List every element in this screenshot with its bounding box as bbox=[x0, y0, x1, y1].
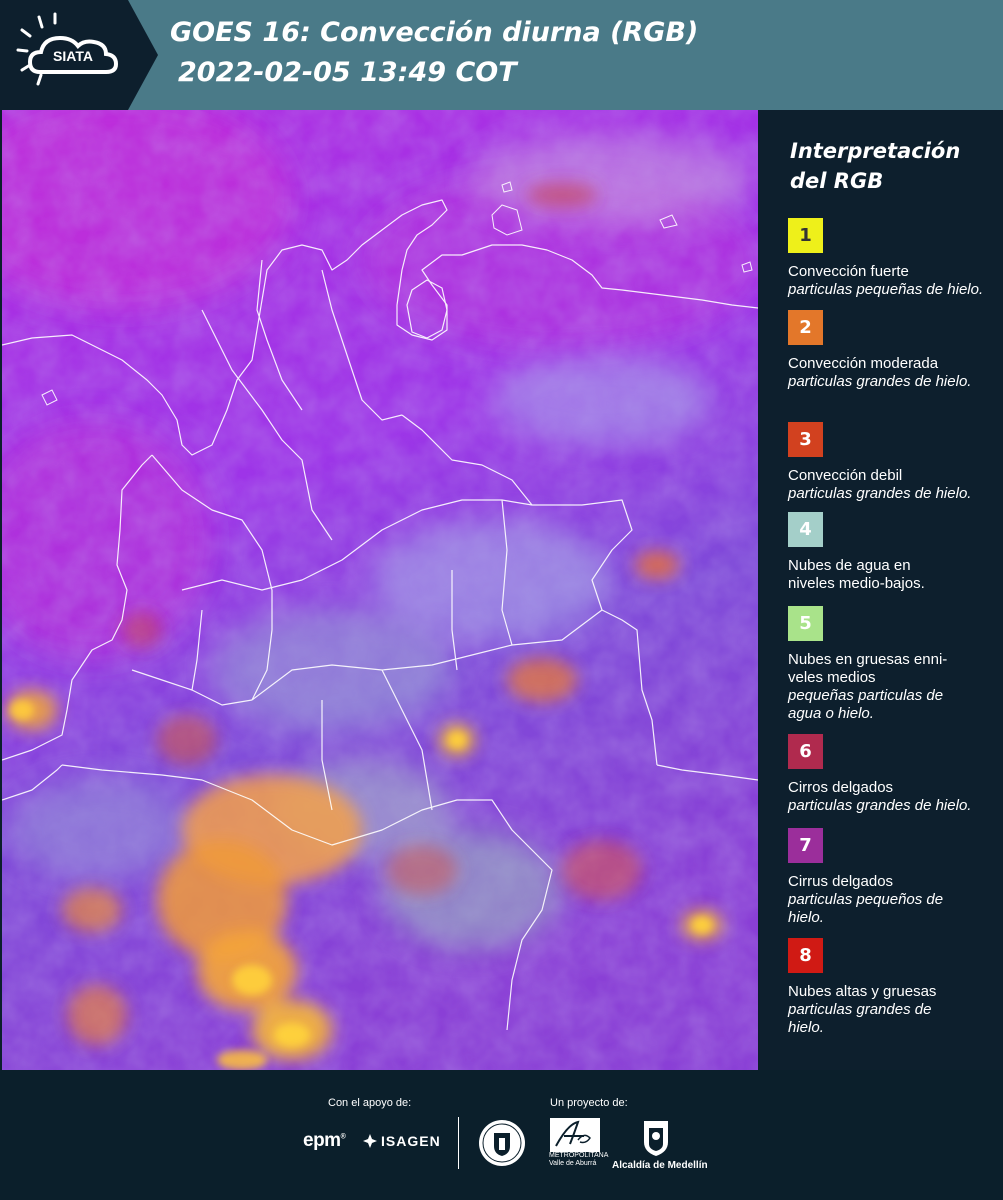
area-metropolitana-text: METROPOLITANA Valle de Aburrá bbox=[549, 1152, 609, 1167]
isagen-logo[interactable]: ISAGEN bbox=[362, 1133, 441, 1149]
legend-item-1: 1 Convección fuerte particulas pequeñas d… bbox=[788, 218, 998, 299]
area-metropolitana-logo[interactable] bbox=[550, 1118, 600, 1152]
alcaldia-label: Alcaldía de Medellín bbox=[612, 1160, 708, 1171]
legend-item-3: 3 Convección debil particulas grandes de … bbox=[788, 422, 998, 503]
siata-logo-icon: SIATA bbox=[0, 0, 158, 110]
legend-swatch-6: 6 bbox=[788, 734, 823, 769]
epm-logo[interactable]: epm® bbox=[303, 1130, 346, 1152]
header: SIATA GOES 16: Convección diurna (RGB) 2… bbox=[0, 0, 1003, 110]
university-seal-icon[interactable] bbox=[477, 1118, 527, 1168]
isagen-mark-icon bbox=[363, 1134, 377, 1148]
legend-title: Interpretación del RGB bbox=[790, 139, 961, 193]
legend-swatch-2: 2 bbox=[788, 310, 823, 345]
legend-swatch-4: 4 bbox=[788, 512, 823, 547]
satellite-map-svg bbox=[2, 110, 758, 1070]
legend-swatch-3: 3 bbox=[788, 422, 823, 457]
logo-text: SIATA bbox=[53, 48, 93, 64]
legend-item-7: 7 Cirrus delgados particulas pequeños de … bbox=[788, 828, 998, 927]
legend-swatch-1: 1 bbox=[788, 218, 823, 253]
legend-swatch-7: 7 bbox=[788, 828, 823, 863]
legend-swatch-8: 8 bbox=[788, 938, 823, 973]
legend-item-4: 4 Nubes de agua en niveles medio-bajos. bbox=[788, 512, 998, 593]
legend-panel: Interpretación del RGB 1 Convección fuer… bbox=[760, 110, 1003, 1070]
page-title: GOES 16: Convección diurna (RGB) bbox=[170, 17, 699, 48]
satellite-image[interactable] bbox=[2, 110, 758, 1070]
footer: Con el apoyo de: Un proyecto de: epm® IS… bbox=[0, 1070, 1003, 1200]
legend-swatch-5: 5 bbox=[788, 606, 823, 641]
footer-divider bbox=[458, 1117, 459, 1169]
siata-logo[interactable]: SIATA bbox=[0, 0, 158, 110]
alcaldia-shield-icon[interactable] bbox=[641, 1118, 671, 1158]
page-subtitle-timestamp: 2022-02-05 13:49 COT bbox=[178, 57, 517, 88]
support-label: Con el apoyo de: bbox=[328, 1097, 412, 1109]
legend-item-2: 2 Convección moderada particulas grandes … bbox=[788, 310, 998, 391]
legend-item-5: 5 Nubes en gruesas enni-veles medios pequ… bbox=[788, 606, 998, 723]
legend-item-6: 6 Cirros delgados particulas grandes de h… bbox=[788, 734, 998, 815]
legend-item-8: 8 Nubes altas y gruesas particulas grande… bbox=[788, 938, 998, 1037]
project-label: Un proyecto de: bbox=[550, 1097, 628, 1109]
